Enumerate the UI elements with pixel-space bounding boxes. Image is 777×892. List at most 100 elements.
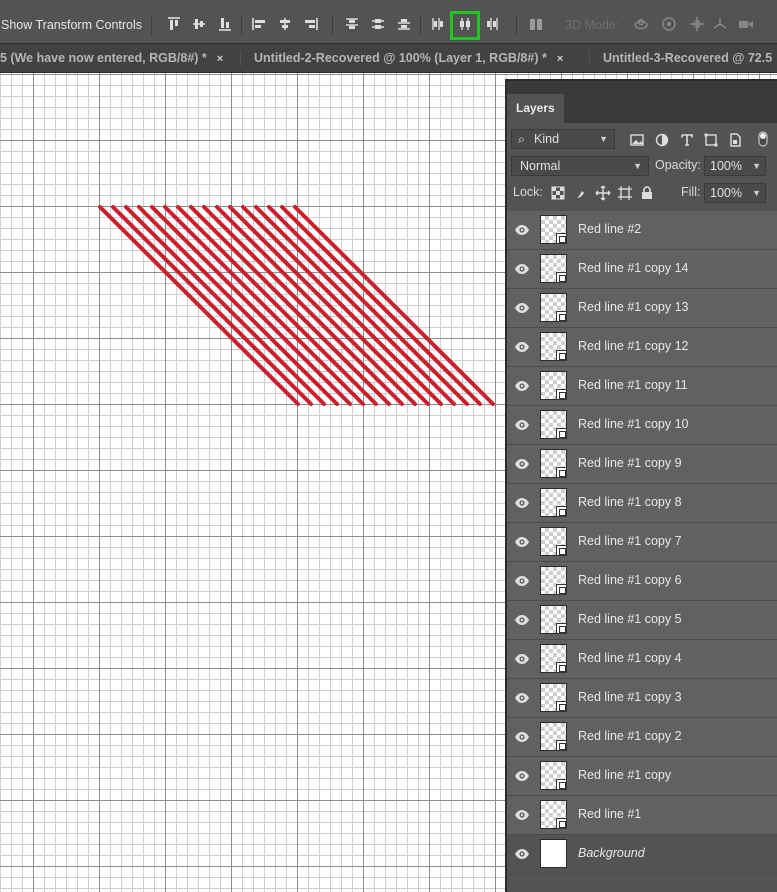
distribute-left-icon[interactable]	[430, 16, 446, 32]
red-stripe	[202, 205, 404, 406]
layer-row[interactable]: Red line #1 copy 7	[507, 523, 777, 562]
layer-row[interactable]: Red line #1 copy 12	[507, 328, 777, 367]
align-right-icon[interactable]	[303, 16, 319, 32]
type-layer-filter-icon[interactable]	[679, 132, 695, 148]
red-stripe	[163, 205, 365, 406]
lock-artboard-icon[interactable]	[617, 185, 633, 201]
filter-kind-dropdown[interactable]: ⌕ Kind ▼	[511, 129, 615, 149]
smart-object-icon	[556, 233, 567, 244]
smart-object-icon	[556, 506, 567, 517]
document-tab-2[interactable]: Untitled-2-Recovered @ 100% (Layer 1, RG…	[254, 44, 563, 72]
eye-icon[interactable]	[514, 300, 530, 316]
layer-name: Red line #1 copy 12	[578, 339, 689, 353]
layer-thumbnail	[540, 215, 567, 244]
blend-mode-dropdown[interactable]: Normal ▼	[511, 156, 649, 176]
lock-position-icon[interactable]	[595, 185, 611, 201]
layer-row[interactable]: Red line #1 copy 14	[507, 250, 777, 289]
opacity-input[interactable]: 100% ▼	[704, 156, 766, 176]
lock-all-icon[interactable]	[639, 185, 655, 201]
pan-3d-icon[interactable]	[689, 16, 705, 32]
layer-name: Red line #1 copy 14	[578, 261, 689, 275]
align-horizontal-center-icon[interactable]	[277, 16, 293, 32]
align-top-icon[interactable]	[166, 16, 182, 32]
layer-thumbnail	[540, 800, 567, 829]
pixel-layer-filter-icon[interactable]	[629, 132, 645, 148]
layer-row[interactable]: Red line #1	[507, 796, 777, 835]
layer-row[interactable]: Red line #1 copy 8	[507, 484, 777, 523]
lock-transparent-pixels-icon[interactable]	[550, 185, 566, 201]
eye-icon[interactable]	[514, 261, 530, 277]
smart-object-icon	[556, 740, 567, 751]
layer-row[interactable]: Red line #1 copy 4	[507, 640, 777, 679]
layer-row[interactable]: Red line #1 copy 13	[507, 289, 777, 328]
eye-icon[interactable]	[514, 495, 530, 511]
align-left-icon[interactable]	[251, 16, 267, 32]
scale-3d-camera-icon[interactable]	[738, 16, 754, 32]
eye-icon[interactable]	[514, 573, 530, 589]
chevron-down-icon[interactable]: ▼	[752, 184, 761, 202]
document-tab-1[interactable]: 5 (We have now entered, RGB/8#) * ×	[0, 44, 223, 72]
red-stripe	[254, 205, 456, 406]
layer-row[interactable]: Red line #1 copy 9	[507, 445, 777, 484]
eye-icon[interactable]	[514, 690, 530, 706]
chevron-down-icon[interactable]: ▼	[752, 157, 761, 175]
layers-tab[interactable]: Layers	[507, 94, 564, 123]
layer-thumbnail	[540, 566, 567, 595]
distribute-right-icon[interactable]	[484, 16, 500, 32]
red-stripe	[293, 205, 495, 406]
eye-icon[interactable]	[514, 339, 530, 355]
eye-icon[interactable]	[514, 846, 530, 862]
fill-input[interactable]: 100% ▼	[704, 183, 766, 203]
distribute-vertical-center-icon[interactable]	[370, 16, 386, 32]
eye-icon[interactable]	[514, 456, 530, 472]
layer-row[interactable]: Red line #1 copy 6	[507, 562, 777, 601]
adjustment-layer-filter-icon[interactable]	[654, 132, 670, 148]
shape-layer-filter-icon[interactable]	[703, 132, 719, 148]
layer-thumbnail	[540, 683, 567, 712]
options-bar: Show Transform Controls 3D Mode:	[0, 0, 777, 44]
layer-row[interactable]: Red line #1 copy 5	[507, 601, 777, 640]
layer-row[interactable]: Red line #1 copy 10	[507, 406, 777, 445]
eye-icon[interactable]	[514, 651, 530, 667]
tab-close-icon[interactable]: ×	[557, 53, 563, 65]
auto-align-icon[interactable]	[528, 16, 544, 32]
layer-row[interactable]: Red line #1 copy	[507, 757, 777, 796]
distribute-bottom-icon[interactable]	[396, 16, 412, 32]
eye-icon[interactable]	[514, 807, 530, 823]
layer-row[interactable]: Background	[507, 835, 777, 874]
eye-icon[interactable]	[514, 378, 530, 394]
eye-icon[interactable]	[514, 222, 530, 238]
eye-icon[interactable]	[514, 534, 530, 550]
layer-row[interactable]: Red line #1 copy 3	[507, 679, 777, 718]
align-bottom-icon[interactable]	[217, 16, 233, 32]
smart-object-icon	[556, 467, 567, 478]
layer-row[interactable]: Red line #2	[507, 211, 777, 250]
chevron-down-icon: ▼	[633, 161, 642, 171]
eye-icon[interactable]	[514, 729, 530, 745]
slide-3d-icon[interactable]	[712, 16, 728, 32]
orbit-3d-icon[interactable]	[633, 16, 649, 32]
distribute-top-icon[interactable]	[344, 16, 360, 32]
layer-row[interactable]: Red line #1 copy 2	[507, 718, 777, 757]
filter-toggle-icon[interactable]	[755, 131, 771, 147]
smart-object-filter-icon[interactable]	[727, 132, 743, 148]
roll-3d-icon[interactable]	[661, 16, 677, 32]
document-tab-3[interactable]: Untitled-3-Recovered @ 72.5	[603, 44, 772, 72]
eye-icon[interactable]	[514, 768, 530, 784]
tab-label: Untitled-2-Recovered @ 100% (Layer 1, RG…	[254, 51, 547, 65]
eye-icon[interactable]	[514, 612, 530, 628]
eye-icon[interactable]	[514, 417, 530, 433]
show-transform-controls-label[interactable]: Show Transform Controls	[1, 18, 142, 32]
layer-row[interactable]: Red line #1 copy 11	[507, 367, 777, 406]
tab-close-icon[interactable]: ×	[217, 53, 223, 65]
blend-mode-value: Normal	[520, 159, 561, 173]
lock-image-pixels-icon[interactable]	[573, 185, 589, 201]
layer-name: Red line #1 copy 4	[578, 651, 682, 665]
smart-object-icon	[556, 350, 567, 361]
red-stripe	[176, 205, 378, 406]
align-vertical-center-icon[interactable]	[191, 16, 207, 32]
smart-object-icon	[556, 701, 567, 712]
layer-name: Red line #1 copy 3	[578, 690, 682, 704]
fill-label: Fill:	[681, 185, 701, 199]
highlight-box	[450, 11, 480, 40]
